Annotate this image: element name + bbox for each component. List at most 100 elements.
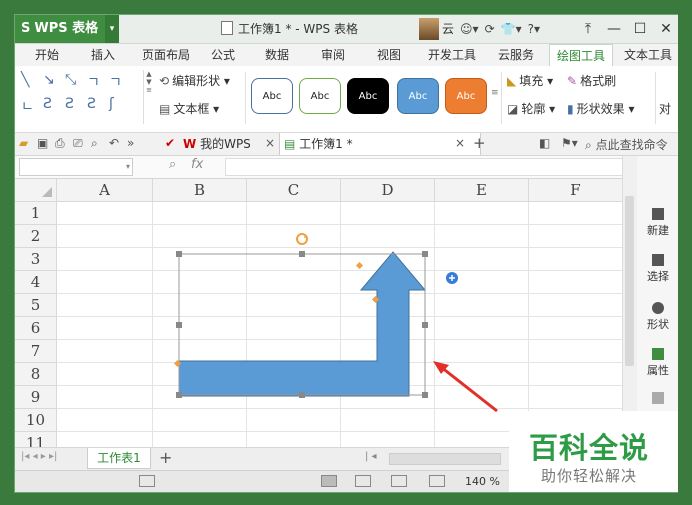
print-icon[interactable]: ⎚ bbox=[73, 136, 83, 151]
align-button[interactable]: 对 bbox=[659, 100, 671, 117]
double-arrow-icon[interactable]: ⤡ bbox=[65, 72, 76, 88]
sync-icon[interactable]: ⟳ bbox=[485, 18, 495, 40]
gallery-scroll[interactable]: ▲ ▼ ≡ bbox=[143, 70, 154, 124]
add-sheet-icon[interactable]: + bbox=[159, 448, 172, 467]
resize-handle[interactable] bbox=[176, 322, 182, 328]
new-tab-icon[interactable]: + bbox=[473, 134, 486, 152]
tab-view[interactable]: 视图 bbox=[371, 44, 407, 66]
close-tab-icon[interactable]: × bbox=[455, 136, 465, 150]
wps-w-icon: W bbox=[183, 137, 197, 151]
format-painter-button[interactable]: ✎ 格式刷 bbox=[567, 72, 616, 89]
close-tab-icon[interactable]: × bbox=[265, 136, 275, 150]
side-shape-button[interactable]: 形状 bbox=[636, 302, 679, 332]
formula-input[interactable] bbox=[225, 158, 633, 176]
side-properties-button[interactable]: 属性 bbox=[636, 348, 679, 378]
restore-icon[interactable]: ⤒ bbox=[575, 15, 601, 43]
shapes-gallery[interactable]: ╲ ↘ ⤡ ㄱ ㄱ ㄴ Ƨ Ƨ Ƨ ʃ bbox=[19, 70, 149, 126]
side-select-button[interactable]: 选择 bbox=[636, 254, 679, 284]
horizontal-scrollbar[interactable] bbox=[389, 453, 501, 465]
smile-icon[interactable]: ☺▾ bbox=[460, 18, 479, 40]
app-menu-button[interactable]: S WPS 表格 ▾ bbox=[15, 15, 119, 43]
resize-handle[interactable] bbox=[176, 251, 182, 257]
curve-double-icon[interactable]: Ƨ bbox=[87, 96, 96, 112]
fill-button[interactable]: ◣ 填充 ▾ bbox=[507, 72, 553, 89]
command-search[interactable]: ⌕ 点此查找命令 bbox=[585, 136, 668, 153]
resize-handle[interactable] bbox=[176, 392, 182, 398]
freeform-icon[interactable]: ʃ bbox=[109, 96, 114, 112]
shape-effect-button[interactable]: ▮ 形状效果 ▾ bbox=[567, 100, 634, 117]
tab-my-wps[interactable]: W 我的WPS bbox=[183, 133, 267, 155]
maximize-icon[interactable]: ☐ bbox=[627, 15, 653, 43]
zoom-formula-icon[interactable]: ⌕ bbox=[169, 157, 176, 172]
chevron-down-icon[interactable]: ▾ bbox=[105, 15, 119, 43]
edit-shape-button[interactable]: ⟲ 编辑形状 ▾ bbox=[159, 72, 230, 89]
side-more-button[interactable] bbox=[636, 392, 679, 406]
sheet-nav-icon[interactable]: |◂ ◂ ▸ ▸| bbox=[21, 451, 57, 462]
normal-view-icon[interactable] bbox=[321, 475, 337, 487]
watermark-title: 百科全说 bbox=[529, 431, 650, 465]
curve-connector-icon[interactable]: Ƨ bbox=[43, 96, 52, 112]
avatar[interactable] bbox=[419, 18, 439, 40]
style-gallery-more-icon[interactable]: ≡ bbox=[491, 88, 499, 98]
tab-workbook1[interactable]: ▤ 工作簿1 * bbox=[279, 133, 481, 155]
tab-home[interactable]: 开始 bbox=[29, 44, 65, 66]
resize-handle[interactable] bbox=[299, 251, 305, 257]
minimize-icon[interactable]: — bbox=[601, 15, 627, 43]
more-icon[interactable]: » bbox=[127, 136, 134, 150]
tab-data[interactable]: 数据 bbox=[259, 44, 295, 66]
preview-icon[interactable]: ⌕ bbox=[91, 136, 98, 151]
side-new-button[interactable]: 新建 bbox=[636, 208, 679, 238]
adjust-handle[interactable] bbox=[355, 261, 364, 270]
flag-icon[interactable]: ⚑▾ bbox=[561, 136, 578, 150]
fx-icon[interactable]: fx bbox=[191, 157, 203, 172]
pin-icon[interactable]: ✔ bbox=[165, 136, 175, 150]
text-box-button[interactable]: ▤ 文本框 ▾ bbox=[159, 100, 219, 117]
arrow-line-icon[interactable]: ↘ bbox=[43, 72, 55, 88]
device-icon[interactable]: ◧ bbox=[539, 136, 550, 150]
shape-style-2[interactable]: Abc bbox=[299, 78, 341, 114]
shape-style-5[interactable]: Abc bbox=[445, 78, 487, 114]
zoom-level[interactable]: 140 % bbox=[465, 475, 500, 488]
elbow-double-icon[interactable]: ㄴ bbox=[21, 96, 34, 116]
export-icon[interactable]: ⎙ bbox=[55, 136, 65, 151]
tab-page-layout[interactable]: 页面布局 bbox=[137, 44, 195, 66]
chevron-down-icon[interactable]: ▾ bbox=[126, 159, 130, 175]
layout-view-icon[interactable] bbox=[391, 475, 407, 487]
outline-button[interactable]: ◪ 轮廓 ▾ bbox=[507, 100, 555, 117]
bent-up-arrow-shape[interactable] bbox=[178, 251, 427, 397]
tab-developer[interactable]: 开发工具 bbox=[423, 44, 481, 66]
tab-insert[interactable]: 插入 bbox=[85, 44, 121, 66]
page-break-view-icon[interactable] bbox=[355, 475, 371, 487]
scroll-left-icon[interactable]: | ◂ bbox=[365, 451, 377, 462]
curve-arrow-icon[interactable]: Ƨ bbox=[65, 96, 74, 112]
reading-view-icon[interactable] bbox=[429, 475, 445, 487]
user-area[interactable]: 云 ☺▾ ⟳ 👕▾ ?▾ bbox=[419, 18, 540, 40]
tab-review[interactable]: 审阅 bbox=[315, 44, 351, 66]
close-icon[interactable]: ✕ bbox=[653, 15, 679, 43]
macro-icon[interactable] bbox=[139, 475, 155, 487]
save-icon[interactable]: ▣ bbox=[37, 136, 48, 150]
name-box[interactable]: ▾ bbox=[19, 158, 133, 176]
elbow-connector-icon[interactable]: ㄱ bbox=[87, 72, 100, 92]
elbow-arrow-icon[interactable]: ㄱ bbox=[109, 72, 122, 92]
line-shape-icon[interactable]: ╲ bbox=[21, 72, 29, 88]
tab-text-tools[interactable]: 文本工具 bbox=[619, 44, 677, 66]
resize-handle[interactable] bbox=[422, 251, 428, 257]
tab-drawing-tools[interactable]: 绘图工具 bbox=[549, 44, 613, 66]
resize-handle[interactable] bbox=[422, 392, 428, 398]
shape-style-3[interactable]: Abc bbox=[347, 78, 389, 114]
help-icon[interactable]: ?▾ bbox=[528, 18, 540, 40]
shape-style-4[interactable]: Abc bbox=[397, 78, 439, 114]
vertical-scrollbar[interactable] bbox=[622, 156, 637, 447]
scrollbar-thumb[interactable] bbox=[625, 196, 634, 366]
shape-style-1[interactable]: Abc bbox=[251, 78, 293, 114]
resize-handle[interactable] bbox=[299, 392, 305, 398]
spreadsheet-grid[interactable]: A B C D E F 1 2 3 4 5 6 7 8 9 10 11 bbox=[15, 179, 635, 447]
resize-handle[interactable] bbox=[422, 322, 428, 328]
sheet-tab-1[interactable]: 工作表1 bbox=[87, 448, 151, 469]
shirt-icon[interactable]: 👕▾ bbox=[501, 18, 522, 40]
tab-formula[interactable]: 公式 bbox=[205, 44, 241, 66]
undo-icon[interactable]: ↶ bbox=[109, 136, 119, 150]
open-folder-icon[interactable]: ▰ bbox=[19, 136, 28, 150]
tab-cloud[interactable]: 云服务 bbox=[493, 44, 539, 66]
